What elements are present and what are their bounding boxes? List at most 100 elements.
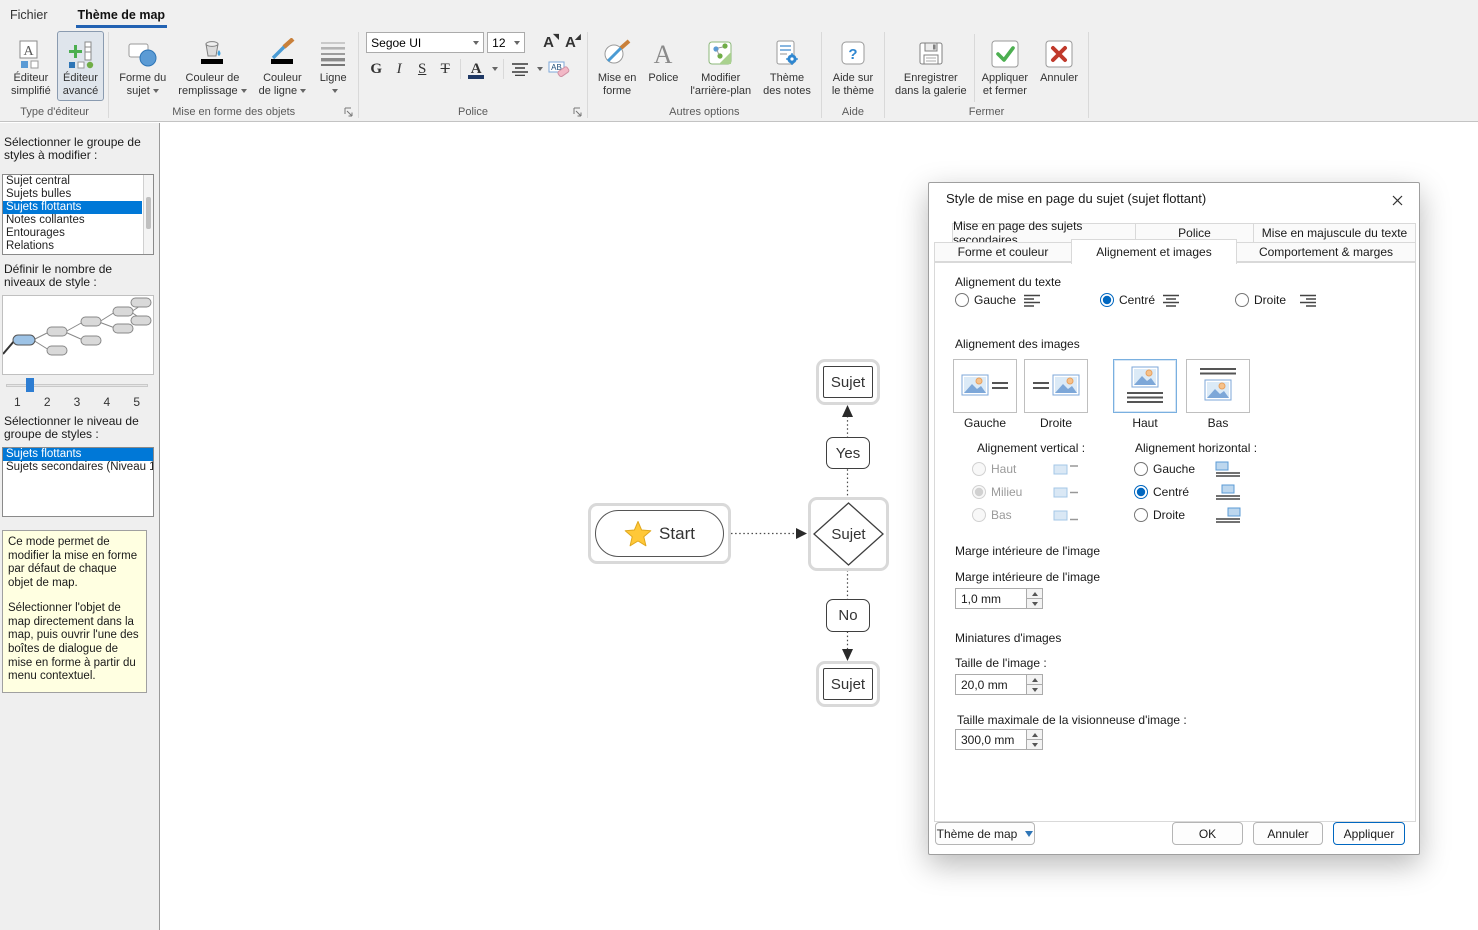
combobox-arrow-icon[interactable] [473, 41, 479, 45]
slider-thumb[interactable] [26, 378, 34, 392]
font-name-combobox[interactable] [366, 32, 484, 53]
shrink-font-button[interactable]: A◢ [561, 34, 580, 51]
couleur-ligne-button[interactable]: Couleur de ligne [253, 31, 313, 101]
appliquer-et-fermer-button[interactable]: Appliquer et fermer [976, 31, 1034, 101]
spinner-up-icon[interactable] [1027, 730, 1042, 739]
chevron-down-icon[interactable] [492, 67, 498, 71]
list-item[interactable]: Sujets secondaires (Niveau 1 + [3, 461, 153, 474]
close-icon[interactable] [1385, 189, 1409, 211]
image-align-gauche-button[interactable] [953, 359, 1017, 413]
scrollbar-thumb[interactable] [146, 197, 151, 229]
start-node-shape[interactable]: Start [595, 510, 724, 557]
list-item[interactable]: Sujet central [3, 175, 142, 188]
annuler-button[interactable]: Annuler [1034, 31, 1084, 88]
tab-fichier[interactable]: Fichier [8, 3, 50, 28]
image-align-bas-button[interactable] [1186, 359, 1250, 413]
police-button[interactable]: A Police [642, 31, 684, 88]
modifier-arriere-plan-button[interactable]: Modifier l'arrière-plan [684, 31, 757, 101]
scrollbar[interactable] [143, 175, 153, 254]
radio-input[interactable] [1235, 293, 1249, 307]
enregistrer-galerie-button[interactable]: Enregistrer dans la galerie [889, 31, 973, 101]
spinner-down-icon[interactable] [1027, 598, 1042, 608]
style-group-listbox[interactable]: Sujet central Sujets bulles Sujets flott… [2, 174, 154, 255]
text-align-gauche-radio[interactable]: Gauche [955, 293, 1016, 307]
couleur-remplissage-button[interactable]: Couleur de remplissage [172, 31, 252, 101]
font-size-combobox[interactable] [487, 32, 525, 53]
image-size-input[interactable] [955, 674, 1027, 695]
viewer-size-input[interactable] [955, 729, 1027, 750]
no-label-node[interactable]: No [826, 599, 870, 632]
chevron-down-icon[interactable] [537, 67, 543, 71]
forme-du-sujet-button[interactable]: Forme du sujet [113, 31, 172, 101]
list-item-selected[interactable]: Sujets flottants [3, 448, 153, 461]
editeur-simplifie-button[interactable]: A Éditeur simplifié [5, 31, 57, 101]
tab-alignement-et-images[interactable]: Alignement et images [1071, 239, 1237, 264]
italic-button[interactable]: I [389, 57, 409, 81]
level-group-listbox[interactable]: Sujets flottants Sujets secondaires (Niv… [2, 447, 154, 517]
levels-preview [2, 295, 154, 375]
bottom-sujet-node[interactable]: Sujet [816, 661, 880, 707]
viewer-size-spinner[interactable] [955, 729, 1043, 750]
bold-button[interactable]: G [366, 57, 386, 81]
clear-formatting-button[interactable]: AB [546, 57, 572, 81]
font-name-input[interactable] [371, 36, 470, 50]
radio-input[interactable] [1134, 485, 1148, 499]
aide-sur-le-theme-button[interactable]: ? Aide sur le thème [826, 31, 880, 101]
valign-haut-radio[interactable]: Haut [972, 462, 1016, 476]
font-size-input[interactable] [492, 36, 511, 50]
radio-input[interactable] [1100, 293, 1114, 307]
combobox-arrow-icon[interactable] [514, 41, 520, 45]
list-item[interactable]: Relations [3, 240, 142, 253]
ok-button[interactable]: OK [1172, 822, 1243, 845]
mise-en-forme-button[interactable]: Mise en forme [592, 31, 643, 101]
theme-des-notes-button[interactable]: Thème des notes [757, 31, 817, 101]
spinner-up-icon[interactable] [1027, 589, 1042, 598]
text-align-button[interactable] [509, 57, 531, 81]
dialog-launcher-icon[interactable] [343, 107, 354, 118]
radio-input[interactable] [955, 293, 969, 307]
image-margin-input[interactable] [955, 588, 1027, 609]
spinner-down-icon[interactable] [1027, 684, 1042, 694]
spinner-down-icon[interactable] [1027, 739, 1042, 749]
text-align-droite-radio[interactable]: Droite [1235, 293, 1286, 307]
image-size-spinner[interactable] [955, 674, 1043, 695]
ligne-button[interactable]: Ligne [312, 31, 354, 101]
radio-input[interactable] [1134, 462, 1148, 476]
image-margin-spinner[interactable] [955, 588, 1043, 609]
list-item[interactable]: Entourages [3, 227, 142, 240]
image-align-haut-button[interactable] [1113, 359, 1177, 413]
grow-font-button[interactable]: A◥ [539, 34, 558, 51]
valign-milieu-radio[interactable]: Milieu [972, 485, 1022, 499]
top-sujet-node[interactable]: Sujet [816, 359, 880, 405]
radio-input[interactable] [1134, 508, 1148, 522]
font-color-button[interactable]: A [466, 57, 486, 81]
level-slider[interactable] [6, 378, 148, 392]
tab-mise-en-majuscule[interactable]: Mise en majuscule du texte [1253, 223, 1416, 243]
tab-theme-de-map[interactable]: Thème de map [76, 3, 168, 28]
dialog-launcher-icon[interactable] [572, 107, 583, 118]
valign-bas-radio[interactable]: Bas [972, 508, 1012, 522]
halign-gauche-radio[interactable]: Gauche [1134, 462, 1195, 476]
underline-button[interactable]: S [412, 57, 432, 81]
spinner-up-icon[interactable] [1027, 675, 1042, 684]
radio-input[interactable] [972, 485, 986, 499]
decision-node[interactable]: Sujet [808, 497, 889, 571]
tab-forme-et-couleur[interactable]: Forme et couleur [934, 242, 1072, 262]
image-align-droite-button[interactable] [1024, 359, 1088, 413]
text-align-centre-radio[interactable]: Centré [1100, 293, 1155, 307]
start-node[interactable]: Start [588, 503, 731, 564]
editeur-avance-button[interactable]: Éditeur avancé [57, 31, 104, 101]
yes-label-node[interactable]: Yes [826, 437, 870, 469]
radio-input[interactable] [972, 462, 986, 476]
halign-droite-radio[interactable]: Droite [1134, 508, 1185, 522]
halign-centre-radio[interactable]: Centré [1134, 485, 1189, 499]
cancel-button[interactable]: Annuler [1253, 822, 1323, 845]
strikethrough-button[interactable]: T [435, 57, 455, 81]
theme-de-map-menu-button[interactable]: Thème de map [935, 822, 1035, 845]
apply-button[interactable]: Appliquer [1333, 822, 1405, 845]
tab-comportement-marges[interactable]: Comportement & marges [1236, 242, 1416, 262]
list-item[interactable]: Notes collantes [3, 214, 142, 227]
list-item[interactable]: Sujets bulles [3, 188, 142, 201]
list-item-selected[interactable]: Sujets flottants [3, 201, 142, 214]
radio-input[interactable] [972, 508, 986, 522]
